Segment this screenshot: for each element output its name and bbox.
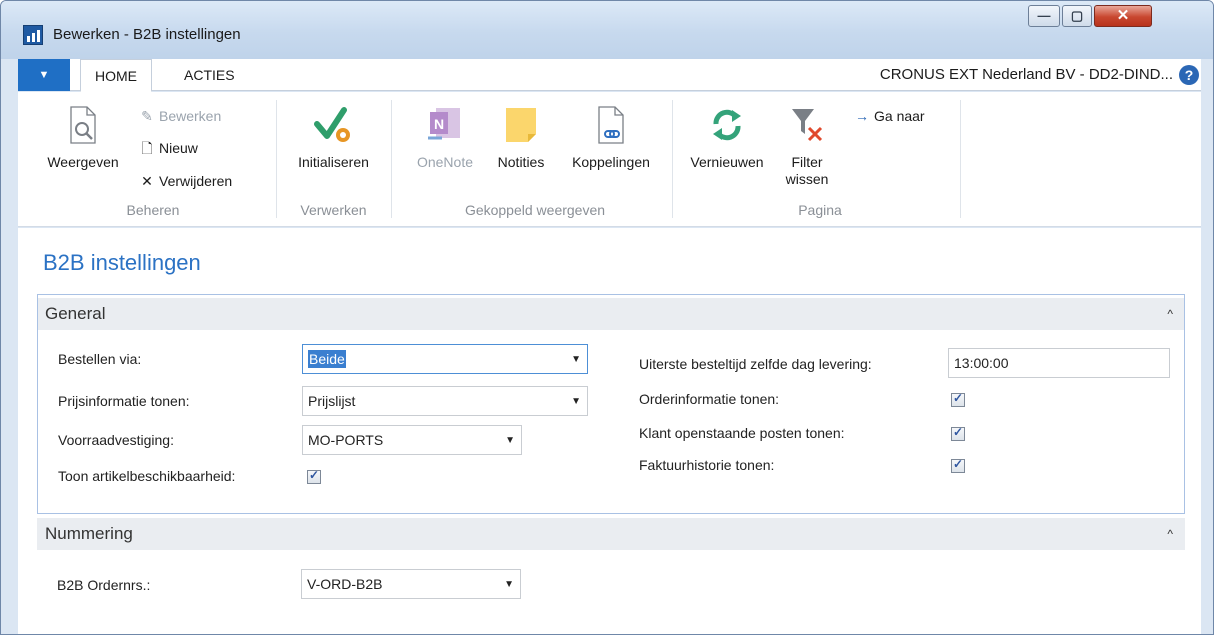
group-separator [276, 100, 277, 218]
arrow-right-icon: → [855, 108, 869, 124]
notities-label: Notities [497, 154, 545, 170]
klant-posten-label: Klant openstaande posten tonen: [639, 425, 845, 441]
maximize-icon: ▢ [1070, 8, 1084, 23]
view-document-icon [68, 106, 98, 147]
ga-naar-label: Ga naar [874, 108, 925, 124]
uiterste-besteltijd-label: Uiterste besteltijd zelfde dag levering: [639, 356, 872, 372]
ga-naar-button[interactable]: → Ga naar [853, 106, 925, 126]
check-icon: ✓ [952, 425, 964, 439]
toon-artikel-label: Toon artikelbeschikbaarheid: [58, 468, 236, 484]
general-section: Bestellen via: Beide ▼ Prijsinformatie t… [37, 294, 1185, 514]
group-separator [960, 100, 961, 218]
onenote-label: OneNote [416, 154, 474, 170]
group-separator [391, 100, 392, 218]
filter-label-line2: wissen [785, 171, 829, 187]
pencil-icon: ✎ [141, 108, 153, 124]
onenote-icon: N [426, 106, 464, 147]
b2b-ordernrs-value: V-ORD-B2B [307, 576, 383, 592]
filter-wissen-label: Filter wissen [774, 154, 840, 188]
content-area: B2B instellingen General ^ Bestellen via… [18, 228, 1201, 634]
weergeven-label: Weergeven [47, 154, 119, 170]
minimize-icon: — [1037, 8, 1051, 23]
chevron-down-icon: ▼ [38, 69, 50, 81]
group-label-pagina: Pagina [798, 202, 842, 218]
bewerken-label: Bewerken [159, 108, 222, 124]
toon-artikel-checkbox[interactable]: ✓ [307, 468, 321, 484]
check-icon: ✓ [952, 457, 964, 471]
bewerken-button[interactable]: ✎ Bewerken [138, 106, 221, 126]
voorraadvestiging-label: Voorraadvestiging: [58, 432, 174, 448]
company-name[interactable]: CRONUS EXT Nederland BV - DD2-DIND... [880, 59, 1173, 91]
minimize-button[interactable]: — [1028, 5, 1060, 27]
initialize-icon [313, 106, 354, 147]
onenote-button[interactable]: N OneNote [406, 92, 484, 197]
delete-icon: ✕ [141, 173, 153, 189]
prijsinformatie-select[interactable]: Prijslijst ▼ [302, 386, 588, 416]
group-separator [672, 100, 673, 218]
vernieuwen-button[interactable]: Vernieuwen [682, 92, 772, 197]
tab-home[interactable]: HOME [80, 59, 152, 92]
clear-filter-icon [789, 106, 825, 147]
sticky-note-icon [503, 106, 539, 147]
koppelingen-button[interactable]: Koppelingen [558, 92, 664, 197]
chevron-up-icon[interactable]: ^ [1167, 518, 1173, 550]
svg-text:N: N [434, 116, 444, 132]
weergeven-button[interactable]: Weergeven [38, 92, 128, 197]
verwijderen-label: Verwijderen [159, 173, 233, 189]
nieuw-button[interactable]: 🗋 Nieuw [138, 138, 198, 158]
maximize-button[interactable]: ▢ [1062, 5, 1092, 27]
check-icon: ✓ [952, 391, 964, 405]
koppelingen-label: Koppelingen [572, 154, 650, 170]
faktuurhistorie-checkbox[interactable]: ✓ [951, 457, 965, 473]
application-menu-button[interactable]: ▼ [18, 59, 70, 91]
close-button[interactable]: ✕ [1094, 5, 1152, 27]
app-icon [23, 25, 43, 45]
page-title: B2B instellingen [43, 250, 201, 275]
close-icon: ✕ [1116, 7, 1130, 24]
nieuw-label: Nieuw [159, 140, 198, 156]
vernieuwen-label: Vernieuwen [690, 154, 764, 170]
help-icon[interactable]: ? [1179, 65, 1199, 85]
check-icon: ✓ [308, 468, 320, 482]
tab-acties[interactable]: ACTIES [174, 59, 245, 91]
b2b-ordernrs-label: B2B Ordernrs.: [57, 577, 151, 593]
initialiseren-label: Initialiseren [298, 154, 369, 170]
new-document-icon: 🗋 [141, 140, 153, 156]
window-title: Bewerken - B2B instellingen [53, 26, 241, 43]
chevron-down-icon: ▼ [504, 579, 514, 590]
refresh-icon [708, 106, 746, 147]
faktuurhistorie-label: Faktuurhistorie tonen: [639, 457, 775, 473]
orderinformatie-label: Orderinformatie tonen: [639, 391, 780, 407]
uiterste-besteltijd-input[interactable]: 13:00:00 [948, 348, 1170, 378]
bestellen-via-value: Beide [308, 350, 346, 368]
ribbon: Weergeven ✎ Bewerken 🗋 Nieuw ✕ Verwijderen … [18, 92, 1201, 227]
klant-posten-checkbox[interactable]: ✓ [951, 425, 965, 441]
verwijderen-button[interactable]: ✕ Verwijderen [138, 171, 232, 191]
b2b-ordernrs-select[interactable]: V-ORD-B2B ▼ [301, 569, 521, 599]
group-label-verwerken: Verwerken [300, 202, 367, 218]
voorraadvestiging-select[interactable]: MO-PORTS ▼ [302, 425, 522, 455]
bestellen-via-label: Bestellen via: [58, 351, 142, 367]
uiterste-besteltijd-value: 13:00:00 [954, 355, 1009, 371]
application-window: Bewerken - B2B instellingen — ▢ ✕ ▼ HOME… [0, 0, 1214, 635]
ribbon-tab-bar: ▼ HOME ACTIES CRONUS EXT Nederland BV - … [18, 59, 1201, 92]
orderinformatie-checkbox[interactable]: ✓ [951, 391, 965, 407]
initialiseren-button[interactable]: Initialiseren [286, 92, 381, 197]
group-label-beheren: Beheren [126, 202, 180, 218]
filter-label-line1: Filter [791, 154, 823, 170]
link-document-icon [596, 106, 626, 147]
chevron-down-icon: ▼ [505, 435, 515, 446]
title-bar: Bewerken - B2B instellingen — ▢ ✕ [1, 1, 1213, 59]
chevron-down-icon: ▼ [571, 396, 581, 407]
bestellen-via-select[interactable]: Beide ▼ [302, 344, 588, 374]
prijsinformatie-value: Prijslijst [308, 393, 356, 409]
notities-button[interactable]: Notities [486, 92, 556, 197]
prijsinformatie-label: Prijsinformatie tonen: [58, 393, 190, 409]
voorraadvestiging-value: MO-PORTS [308, 432, 384, 448]
chevron-down-icon: ▼ [571, 354, 581, 365]
group-label-gekoppeld: Gekoppeld weergeven [464, 202, 606, 218]
fasttab-nummering-title: Nummering [45, 524, 133, 543]
filter-wissen-button[interactable]: Filter wissen [774, 92, 840, 197]
fasttab-nummering[interactable]: Nummering ^ [37, 518, 1185, 550]
